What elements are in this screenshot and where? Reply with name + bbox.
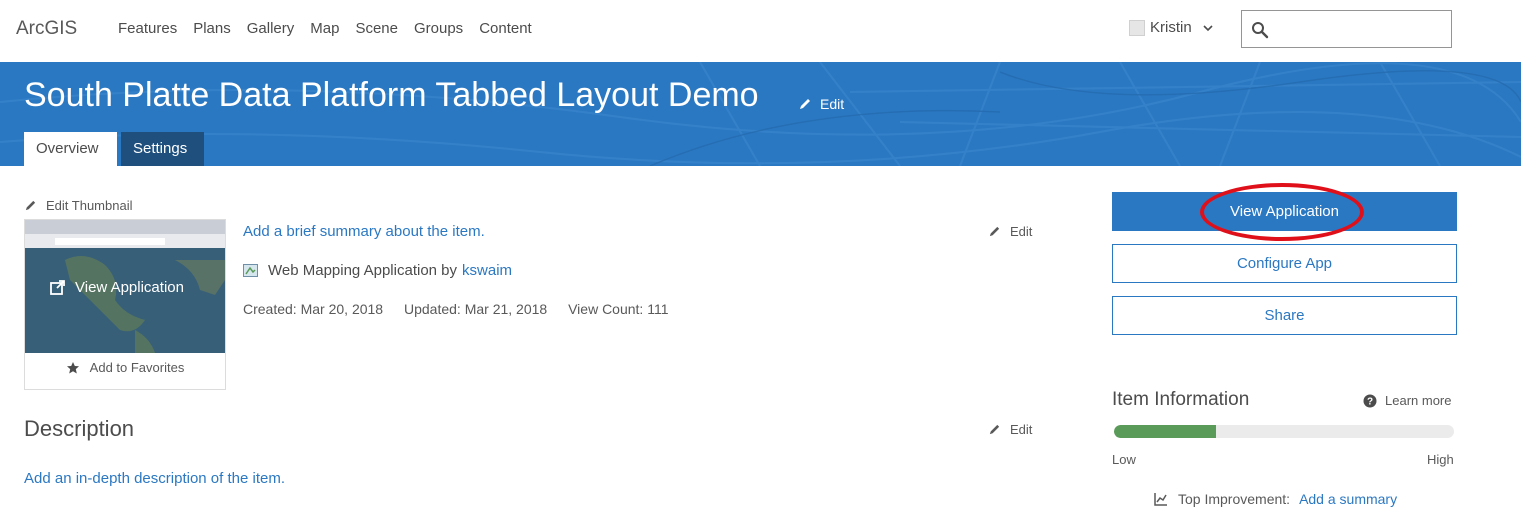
nav-scene[interactable]: Scene: [355, 20, 398, 37]
nav-content[interactable]: Content: [479, 20, 532, 37]
top-improvement-label: Top Improvement:: [1178, 491, 1291, 507]
chevron-down-icon: [1203, 24, 1213, 31]
nav-groups[interactable]: Groups: [414, 20, 463, 37]
page-title: South Platte Data Platform Tabbed Layout…: [24, 76, 759, 114]
updated-date: Updated: Mar 21, 2018: [403, 301, 548, 317]
edit-thumbnail-label: Edit Thumbnail: [46, 198, 133, 213]
score-low-label: Low: [1112, 452, 1136, 467]
share-button[interactable]: Share: [1112, 296, 1457, 335]
owner-link[interactable]: kswaim: [462, 262, 512, 279]
item-type-line: Web Mapping Application by kswaim: [243, 262, 512, 279]
thumbnail-view-application[interactable]: View Application: [49, 279, 184, 296]
add-summary-improvement-link[interactable]: Add a summary: [1299, 491, 1397, 507]
configure-app-button[interactable]: Configure App: [1112, 244, 1457, 283]
add-summary-link[interactable]: Add a brief summary about the item.: [243, 223, 485, 240]
item-banner: South Platte Data Platform Tabbed Layout…: [0, 62, 1521, 166]
item-type-text: Web Mapping Application by: [268, 262, 458, 279]
add-description-link[interactable]: Add an in-depth description of the item.: [24, 470, 285, 487]
learn-more-link[interactable]: ? Learn more: [1363, 393, 1451, 408]
top-improvement: Top Improvement: Add a summary: [1154, 491, 1397, 507]
nav-features[interactable]: Features: [118, 20, 177, 37]
item-meta: Created: Mar 20, 2018 Updated: Mar 21, 2…: [243, 301, 686, 317]
arcgis-logo-link[interactable]: ArcGIS: [16, 18, 77, 40]
tab-overview[interactable]: Overview: [24, 132, 117, 166]
edit-thumbnail-button[interactable]: Edit Thumbnail: [24, 198, 132, 213]
pencil-icon: [989, 424, 1000, 435]
annotation-circle: [1200, 183, 1364, 241]
edit-description-label: Edit: [1010, 422, 1033, 437]
description-heading: Description: [24, 416, 135, 441]
item-information-heading: Item Information: [1112, 389, 1250, 410]
score-high-label: High: [1427, 452, 1454, 467]
nav-map[interactable]: Map: [310, 20, 339, 37]
nav-plans[interactable]: Plans: [193, 20, 231, 37]
top-navigation: ArcGIS Features Plans Gallery Map Scene …: [0, 0, 1521, 62]
view-count: View Count: 111: [568, 301, 669, 317]
tab-settings[interactable]: Settings: [121, 132, 204, 166]
thumbnail-view-label: View Application: [75, 279, 184, 296]
user-avatar-icon: [1129, 19, 1145, 36]
add-to-favorites-label: Add to Favorites: [89, 360, 185, 375]
add-to-favorites-button[interactable]: Add to Favorites: [25, 360, 225, 375]
search-input[interactable]: [1278, 17, 1448, 43]
user-menu[interactable]: Kristin: [1129, 19, 1214, 36]
learn-more-label: Learn more: [1385, 393, 1452, 408]
pencil-icon: [25, 200, 36, 211]
main-nav: Features Plans Gallery Map Scene Groups …: [118, 20, 548, 37]
edit-summary-label: Edit: [1010, 224, 1033, 239]
search-icon: [1252, 22, 1269, 39]
pencil-icon: [800, 99, 810, 109]
pencil-icon: [989, 226, 1000, 237]
star-icon: [66, 361, 79, 373]
edit-description-button[interactable]: Edit: [988, 422, 1032, 437]
edit-title-label: Edit: [820, 96, 845, 112]
chart-icon: [1154, 493, 1167, 506]
item-info-score-bar: [1114, 425, 1454, 438]
search-box[interactable]: [1241, 10, 1452, 48]
user-name: Kristin: [1150, 19, 1192, 36]
thumbnail-card: View Application Add to Favorites: [24, 219, 226, 390]
created-date: Created: Mar 20, 2018: [243, 301, 384, 317]
help-circle-icon: ?: [1363, 394, 1377, 407]
nav-gallery[interactable]: Gallery: [247, 20, 295, 37]
thumbnail-image[interactable]: View Application: [25, 220, 225, 353]
edit-title-button[interactable]: Edit: [798, 96, 844, 112]
web-app-icon: [243, 264, 258, 277]
edit-summary-button[interactable]: Edit: [988, 224, 1032, 239]
item-info-score-fill: [1114, 425, 1216, 438]
external-link-icon: [50, 280, 65, 295]
svg-text:?: ?: [1367, 396, 1373, 407]
